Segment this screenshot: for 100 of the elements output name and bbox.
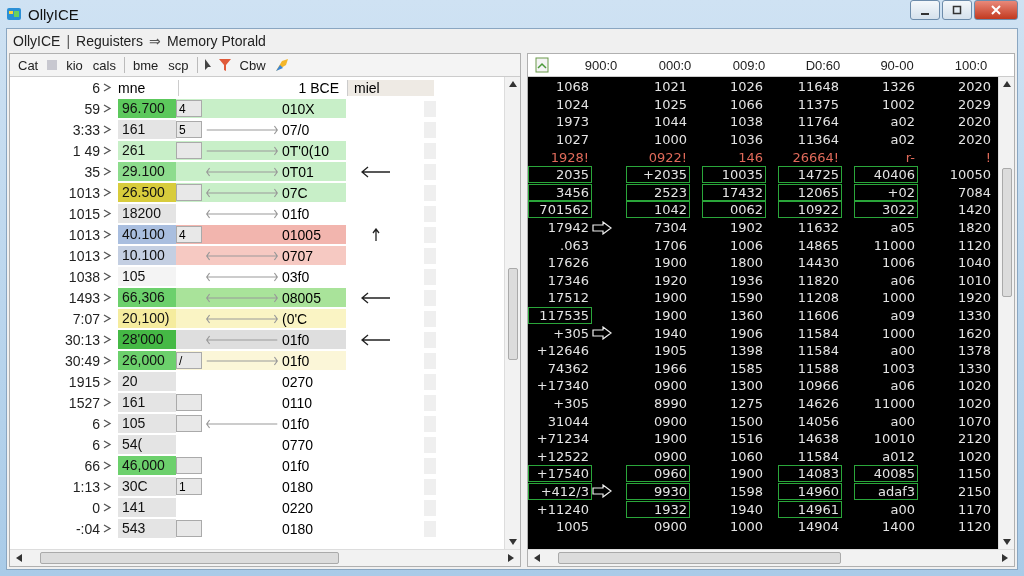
breadcrumb-item[interactable]: Reguisters [76, 33, 143, 49]
code-cell-text: 0T01 [281, 163, 314, 180]
memory-cell-text: 1400 [880, 518, 916, 536]
column-header[interactable]: miel [347, 79, 434, 96]
memory-cell-text: 14638 [796, 430, 840, 448]
column-header[interactable]: 000:0 [638, 57, 712, 73]
memory-cell-text: 11764 [796, 113, 840, 131]
breadcrumb-item[interactable]: Memory Ptorald [167, 33, 266, 49]
minimize-button[interactable] [910, 0, 940, 20]
column-header[interactable]: 900:0 [564, 57, 638, 73]
memory-cell-text: 1044 [652, 113, 688, 131]
value-cell: 29.100 [118, 162, 176, 181]
scroll-thumb[interactable] [1001, 168, 1012, 297]
memory-cell-text: 14056 [796, 412, 840, 430]
horizontal-scrollbar[interactable] [10, 549, 520, 566]
up-arrow-icon [372, 227, 380, 242]
memory-cell-text: 1598 [728, 482, 764, 500]
scroll-down-icon[interactable] [508, 539, 517, 545]
horizontal-scrollbar[interactable] [528, 549, 1014, 566]
memory-cell-text: 1620 [956, 324, 992, 342]
code-cell-text: 010X [281, 100, 315, 117]
breadcrumb-item[interactable]: OllyICE [13, 33, 61, 49]
toolbar-button[interactable]: Cat [16, 57, 41, 73]
memory-cell-text: 1120 [956, 518, 992, 536]
scroll-right-icon[interactable] [508, 554, 514, 562]
memory-cell-text: 1820 [956, 219, 992, 237]
memory-cell-text: 10966 [796, 377, 840, 395]
value-cell: 96.700 [118, 99, 176, 118]
memory-cell-text: 1800 [728, 254, 764, 272]
memory-cell: +2035 [626, 166, 690, 184]
value-cell: 18200 [118, 204, 176, 223]
scroll-left-icon[interactable] [16, 554, 22, 562]
memory-cell: 10922 [778, 201, 842, 219]
left-arrow-icon [361, 333, 391, 346]
memory-cell: 1932 [626, 500, 690, 518]
flag-box: 4 [176, 226, 202, 243]
chevron-icon [103, 209, 112, 218]
close-button[interactable] [974, 0, 1018, 20]
memory-cell: 40406 [854, 166, 918, 184]
value-cell: 54( [118, 435, 176, 454]
memory-cell-text: 1330 [956, 307, 992, 324]
flag-box: / [176, 352, 202, 369]
chevron-icon [103, 272, 112, 281]
document-icon[interactable] [534, 57, 550, 73]
column-header[interactable]: 100:0 [934, 57, 1008, 73]
chevron-icon [103, 356, 112, 365]
memory-cell-text: a05 [889, 219, 916, 237]
memory-cell-text: 1275 [728, 395, 764, 412]
toolbar-button[interactable]: cals [90, 57, 118, 73]
scroll-down-icon[interactable] [1002, 539, 1011, 545]
value-cell: 161 [118, 120, 176, 139]
scroll-right-icon[interactable] [1002, 554, 1008, 562]
scroll-thumb[interactable] [507, 267, 518, 361]
address-cell-text: 7:07 [71, 310, 100, 327]
column-header[interactable]: mne [118, 79, 178, 96]
memory-cell-text: 11000 [872, 236, 916, 254]
toolbar-button[interactable]: Cbw [237, 57, 268, 73]
memory-cell-text: a06 [889, 377, 916, 395]
memory-cell-text: 11588 [796, 359, 840, 377]
cursor-icon[interactable] [203, 58, 212, 72]
memory-cell-text: 146 [737, 148, 764, 166]
memory-cell-text: a02 [889, 113, 916, 131]
paint-icon[interactable] [273, 57, 290, 73]
toolbar-button[interactable]: kio [64, 57, 85, 73]
scroll-left-icon[interactable] [534, 554, 540, 562]
vertical-scrollbar[interactable] [504, 77, 520, 549]
chevron-icon [103, 293, 112, 302]
double-arrow-icon [206, 313, 278, 324]
memory-cell-text: 1000 [728, 518, 764, 536]
funnel-icon[interactable] [217, 58, 232, 72]
toolbar-button[interactable]: scp [166, 57, 191, 73]
address-cell-text: 1013 [67, 226, 100, 243]
address-cell-text: 35 [83, 163, 100, 180]
memory-cell-text: 1966 [652, 359, 688, 377]
scroll-up-icon[interactable] [508, 81, 517, 87]
memory-cell-text: 1021 [652, 78, 688, 96]
memory-cell-text: 1038 [728, 113, 764, 131]
left-arrow-icon [361, 165, 391, 178]
memory-cell: 1042 [626, 201, 690, 219]
memory-cell-text: 74362 [546, 359, 590, 377]
scroll-thumb[interactable] [557, 552, 842, 564]
column-header[interactable]: 90-00 [860, 57, 934, 73]
scroll-thumb[interactable] [40, 552, 339, 564]
scroll-up-icon[interactable] [1002, 81, 1011, 87]
column-header[interactable]: D0:60 [786, 57, 860, 73]
memory-cell-text: 26664! [791, 148, 840, 166]
maximize-button[interactable] [942, 0, 972, 20]
code-cell-text: 01f0 [281, 331, 310, 348]
column-header[interactable]: 009:0 [712, 57, 786, 73]
memory-cell-text: +305 [552, 324, 590, 342]
memory-cell-text: 11364 [796, 131, 840, 149]
memory-cell-text: 17512 [546, 289, 590, 307]
value-cell: 20 [118, 372, 176, 391]
memory-cell-text: 17942 [546, 219, 590, 237]
memory-cell-text: 1025 [652, 95, 688, 113]
vertical-scrollbar[interactable] [998, 77, 1014, 549]
toolbar-button[interactable]: bme [131, 57, 161, 73]
code-cell-text: 01f0 [281, 457, 310, 474]
right-arrow-icon [206, 145, 278, 156]
memory-cell-text: 1006 [880, 254, 916, 272]
